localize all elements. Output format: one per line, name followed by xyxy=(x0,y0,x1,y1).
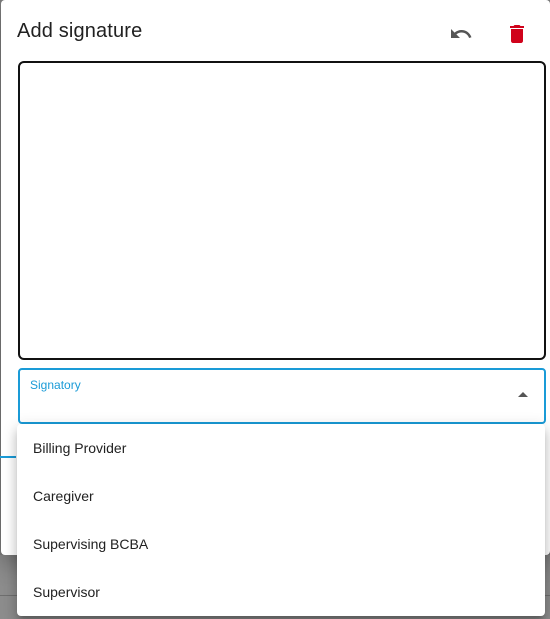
option-supervisor[interactable]: Supervisor xyxy=(17,568,545,616)
signatory-label: Signatory xyxy=(30,378,81,392)
background-accent-line xyxy=(0,456,16,458)
dialog-title: Add signature xyxy=(17,20,143,42)
option-supervising-bcba[interactable]: Supervising BCBA xyxy=(17,520,545,568)
dropdown-arrow-icon xyxy=(518,392,528,397)
signatory-select[interactable]: Signatory xyxy=(18,368,546,424)
delete-icon xyxy=(510,25,524,43)
undo-icon xyxy=(451,29,472,38)
signatory-options-menu: Billing Provider Caregiver Supervising B… xyxy=(17,424,545,616)
signature-pad[interactable] xyxy=(18,61,546,360)
delete-button[interactable] xyxy=(497,14,537,54)
undo-button[interactable] xyxy=(441,14,481,54)
option-billing-provider[interactable]: Billing Provider xyxy=(17,424,545,472)
option-caregiver[interactable]: Caregiver xyxy=(17,472,545,520)
